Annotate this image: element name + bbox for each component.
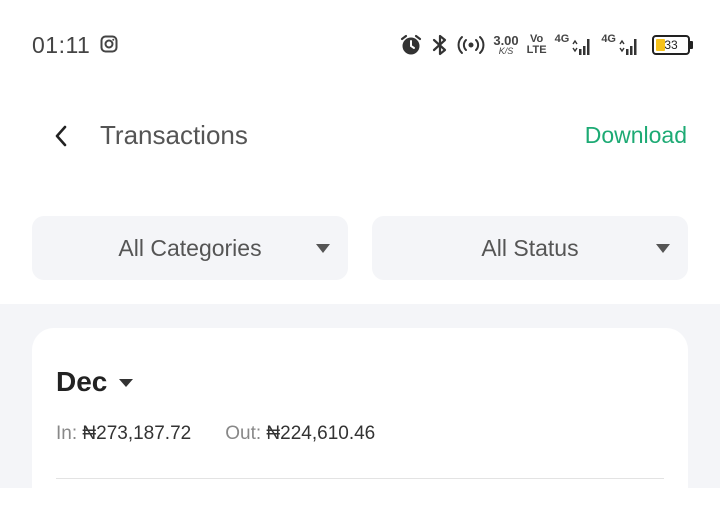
- month-totals: In: ₦273,187.72 Out: ₦224,610.46: [56, 423, 375, 445]
- chevron-left-icon: [55, 125, 67, 147]
- signal-icon: [572, 39, 590, 55]
- download-button[interactable]: Download: [585, 122, 687, 149]
- speed-unit: K/S: [498, 46, 514, 56]
- battery-icon: 33: [652, 35, 693, 55]
- divider: [56, 478, 664, 479]
- net2-label: 4G: [601, 33, 616, 45]
- in-value: ₦273,187.72: [82, 423, 192, 444]
- volte-bottom: LTE: [526, 44, 547, 56]
- month-selector[interactable]: Dec: [56, 366, 134, 398]
- month-label: Dec: [56, 366, 108, 397]
- back-button[interactable]: [46, 118, 76, 154]
- caret-down-icon: [656, 244, 670, 253]
- category-filter-label: All Categories: [118, 235, 262, 261]
- caret-down-icon: [316, 244, 330, 253]
- status-time: 01:11: [32, 32, 91, 58]
- network-speed: 3.00 K/S: [493, 34, 518, 56]
- category-filter-dropdown[interactable]: All Categories: [32, 216, 348, 280]
- hotspot-icon: [457, 34, 485, 56]
- alarm-icon: [399, 33, 423, 57]
- status-filter-dropdown[interactable]: All Status: [372, 216, 688, 280]
- out-label: Out:: [225, 423, 262, 444]
- money-out: Out: ₦224,610.46: [225, 423, 375, 445]
- volte-indicator: Vo LTE: [527, 34, 547, 56]
- net1-label: 4G: [554, 33, 570, 45]
- bluetooth-icon: [431, 33, 449, 57]
- page-title: Transactions: [100, 120, 248, 150]
- status-icons: 3.00 K/S Vo LTE 4G 4G 33: [399, 30, 693, 60]
- caret-down-icon: [119, 379, 134, 387]
- money-in: In: ₦273,187.72: [56, 423, 191, 445]
- signal-sim1: 4G: [555, 33, 594, 57]
- signal-sim2: 4G: [601, 33, 640, 57]
- status-filter-label: All Status: [481, 235, 579, 261]
- instagram-icon: [100, 35, 118, 53]
- status-bar: 01:11 3.00 K/S Vo LTE 4G 4G 33: [0, 0, 720, 90]
- battery-level: 33: [664, 38, 678, 52]
- signal-icon: [619, 39, 637, 55]
- month-summary-card: Dec In: ₦273,187.72 Out: ₦224,610.46: [32, 328, 688, 528]
- in-label: In:: [56, 423, 78, 444]
- out-value: ₦224,610.46: [266, 423, 376, 444]
